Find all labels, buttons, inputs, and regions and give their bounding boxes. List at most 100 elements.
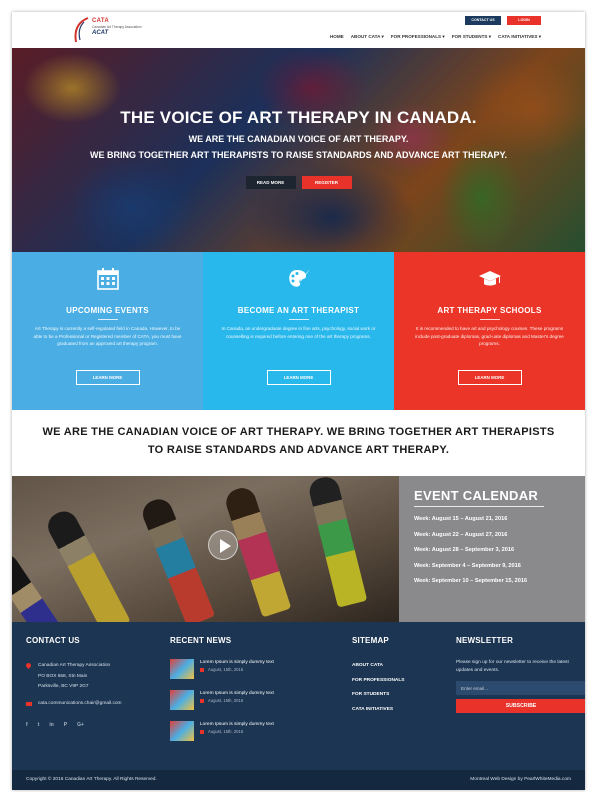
address-line-2: Parksville, BC V9P 2G7 xyxy=(38,684,89,689)
logo-tagline: Canadian Art Therapy Association xyxy=(92,25,142,29)
hero-subtitle-2: WE BRING TOGETHER ART THERAPISTS TO RAIS… xyxy=(89,150,508,160)
news-title: Lorem Ipsum is simply dummy text xyxy=(200,660,274,665)
news-item[interactable]: Lorem Ipsum is simply dummy text August,… xyxy=(170,721,330,752)
paintbrush-image xyxy=(306,476,368,608)
read-more-button[interactable]: READ MORE xyxy=(245,176,296,189)
divider xyxy=(288,319,309,320)
nav-home[interactable]: HOME xyxy=(330,34,344,40)
social-links: f t in P G+ xyxy=(26,722,156,728)
paintbrush-image xyxy=(138,495,216,622)
feature-upcoming-events: UPCOMING EVENTS Art Therapy is currently… xyxy=(12,252,203,410)
news-item[interactable]: Lorem Ipsum is simply dummy text August,… xyxy=(170,659,330,690)
video-thumbnail[interactable] xyxy=(12,476,399,622)
cata-logo[interactable]: CATA Canadian Art Therapy Association AC… xyxy=(72,16,152,44)
feature-text: It is recommended to have art and psycho… xyxy=(415,326,564,346)
facebook-icon[interactable]: f xyxy=(26,722,28,728)
subscribe-button[interactable]: SUBSCRIBE xyxy=(456,699,585,713)
nav-about-cata[interactable]: ABOUT CATA ▾ xyxy=(351,34,384,40)
footer-heading: CONTACT US xyxy=(26,636,80,645)
event-item[interactable]: Week: August 28 – September 3, 2016 xyxy=(414,547,527,563)
sitemap-links: ABOUT CATA FOR PROFESSIONALS FOR STUDENT… xyxy=(352,663,442,721)
logo-swoosh-icon xyxy=(74,17,89,43)
footer-news: RECENT NEWS Lorem Ipsum is simply dummy … xyxy=(170,636,330,752)
news-thumbnail xyxy=(170,690,194,710)
tagline-line-2: TO RAISE STANDARDS AND ADVANCE ART THERA… xyxy=(147,444,450,456)
event-item[interactable]: Week: September 4 – September 9, 2016 xyxy=(414,563,527,579)
pinterest-icon[interactable]: P xyxy=(64,722,67,728)
sitemap-link-about[interactable]: ABOUT CATA xyxy=(352,663,442,678)
news-thumbnail xyxy=(170,659,194,679)
learn-more-button[interactable]: LEARN MORE xyxy=(457,370,522,385)
feature-title: BECOME AN ART THERAPIST xyxy=(237,306,360,315)
footer-bottom-bar: Copyright © 2016 Canadian Art Therapy. A… xyxy=(12,770,585,790)
feature-text: In Canada, an undergraduate degree in fi… xyxy=(221,326,376,339)
feature-panels: UPCOMING EVENTS Art Therapy is currently… xyxy=(12,252,585,410)
calendar-icon xyxy=(200,730,204,734)
event-calendar: EVENT CALENDAR Week: August 15 – August … xyxy=(399,476,585,622)
footer-heading: NEWSLETTER xyxy=(456,636,514,645)
nav-for-students[interactable]: FOR STUDENTS ▾ xyxy=(452,34,491,40)
linkedin-icon[interactable]: in xyxy=(49,722,53,728)
calendar-icon xyxy=(200,699,204,703)
divider xyxy=(97,319,118,320)
divider xyxy=(479,319,500,320)
hero-buttons: READ MORE REGISTER xyxy=(12,176,585,189)
newsletter-email-input[interactable] xyxy=(456,681,585,695)
paintbrush-image xyxy=(43,506,131,622)
address-line-1: PO BOX 658, Stn Main xyxy=(38,673,88,679)
top-buttons: CONTACT US LOGIN xyxy=(465,16,541,25)
site-footer: CONTACT US Canadian Art Therapy Associat… xyxy=(12,622,585,770)
news-date: August, 15th, 2016 xyxy=(200,667,274,672)
footer-contact: CONTACT US Canadian Art Therapy Associat… xyxy=(24,636,156,728)
copyright-text: Copyright © 2016 Canadian Art Therapy. A… xyxy=(26,777,157,782)
email-link[interactable]: cata.communications.chair@gmail.com xyxy=(26,701,156,706)
event-calendar-title: EVENT CALENDAR xyxy=(414,488,539,503)
twitter-icon[interactable]: t xyxy=(38,722,40,728)
page-frame: CATA Canadian Art Therapy Association AC… xyxy=(12,12,585,790)
news-list: Lorem Ipsum is simply dummy text August,… xyxy=(170,659,330,752)
newsletter-text: Please sign up for our newsletter to rec… xyxy=(456,660,569,673)
sitemap-link-initiatives[interactable]: CATA INITIATIVES xyxy=(352,707,442,722)
register-button[interactable]: REGISTER xyxy=(301,176,352,189)
play-icon[interactable] xyxy=(208,530,238,560)
site-header: CATA Canadian Art Therapy Association AC… xyxy=(12,12,585,48)
feature-art-therapy-schools: ART THERAPY SCHOOLS It is recommended to… xyxy=(394,252,585,410)
logo-name: CATA xyxy=(92,18,109,24)
logo-subname: ACAT xyxy=(92,30,109,36)
envelope-icon xyxy=(26,701,32,706)
tagline-line-1: WE ARE THE CANADIAN VOICE OF ART THERAPY… xyxy=(42,426,555,438)
tagline-section: WE ARE THE CANADIAN VOICE OF ART THERAPY… xyxy=(12,410,585,476)
learn-more-button[interactable]: LEARN MORE xyxy=(75,370,140,385)
news-item[interactable]: Lorem Ipsum is simply dummy text August,… xyxy=(170,690,330,721)
paintbrush-image xyxy=(12,549,83,622)
email-address: cata.communications.chair@gmail.com xyxy=(38,700,122,706)
news-title: Lorem Ipsum is simply dummy text xyxy=(200,722,274,727)
feature-text: Art Therapy is currently a self-regulate… xyxy=(33,326,182,346)
footer-newsletter: NEWSLETTER Please sign up for our newsle… xyxy=(456,636,585,713)
google-plus-icon[interactable]: G+ xyxy=(77,722,84,728)
sitemap-link-professionals[interactable]: FOR PROFESSIONALS xyxy=(352,678,442,693)
sitemap-link-students[interactable]: FOR STUDENTS xyxy=(352,692,442,707)
hero-subtitle-1: WE ARE THE CANADIAN VOICE OF ART THERAPY… xyxy=(188,134,409,144)
event-item[interactable]: Week: August 15 – August 21, 2016 xyxy=(414,516,527,532)
news-thumbnail xyxy=(170,721,194,741)
main-nav: HOME ABOUT CATA ▾ FOR PROFESSIONALS ▾ FO… xyxy=(330,34,541,40)
login-button[interactable]: LOGIN xyxy=(507,16,541,25)
footer-sitemap: SITEMAP ABOUT CATA FOR PROFESSIONALS FOR… xyxy=(352,636,442,721)
footer-heading: RECENT NEWS xyxy=(170,636,232,645)
news-date: August, 15th, 2016 xyxy=(200,729,274,734)
feature-become-art-therapist: BECOME AN ART THERAPIST In Canada, an un… xyxy=(203,252,394,410)
event-item[interactable]: Week: August 22 – August 27, 2016 xyxy=(414,532,527,548)
contact-us-button[interactable]: CONTACT US xyxy=(465,16,501,25)
learn-more-button[interactable]: LEARN MORE xyxy=(266,370,331,385)
feature-title: UPCOMING EVENTS xyxy=(66,306,149,315)
graduation-cap-icon xyxy=(478,271,501,286)
event-item[interactable]: Week: September 10 – September 15, 2016 xyxy=(414,578,527,594)
calendar-icon xyxy=(200,668,204,672)
nav-for-professionals[interactable]: FOR PROFESSIONALS ▾ xyxy=(391,34,445,40)
nav-cata-initiatives[interactable]: CATA INITIATIVES ▾ xyxy=(498,34,541,40)
news-date: August, 15th, 2016 xyxy=(200,698,274,703)
palette-brush-icon xyxy=(288,269,310,287)
design-credit-link[interactable]: Montreal Web Design by PearlWhiteMedia.c… xyxy=(470,777,571,782)
feature-title: ART THERAPY SCHOOLS xyxy=(437,306,542,315)
